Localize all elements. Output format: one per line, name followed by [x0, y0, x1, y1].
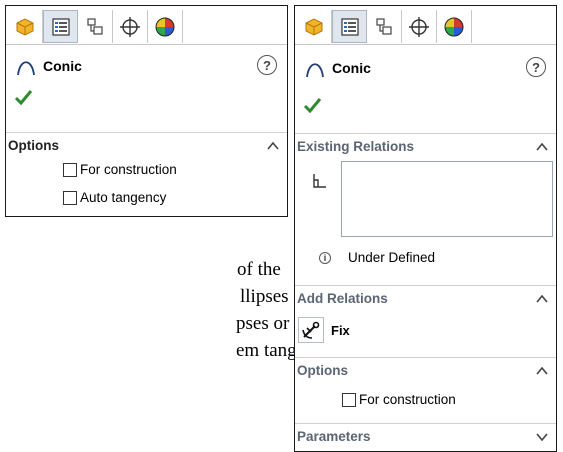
tab-dimxpert-manager[interactable]	[402, 10, 437, 43]
existing-relations-label: Existing Relations	[297, 139, 415, 154]
options-section-header[interactable]: Options	[295, 357, 556, 384]
chevron-up-icon[interactable]	[536, 294, 548, 304]
auto-tangency-checkbox[interactable]	[63, 190, 77, 205]
parameters-section-header[interactable]: Parameters	[295, 423, 556, 450]
property-manager-right: Conic ? Existing Relations i Under Defin…	[294, 5, 557, 452]
options-section-header[interactable]: Options	[6, 132, 287, 159]
property-manager-icon	[51, 17, 70, 36]
tab-feature-manager[interactable]	[8, 10, 43, 43]
existing-relations-section-header[interactable]: Existing Relations	[295, 133, 556, 160]
existing-relations-list[interactable]	[341, 161, 553, 237]
dimxpert-icon	[409, 16, 429, 37]
options-label: Options	[297, 363, 348, 378]
tab-display-manager[interactable]	[437, 10, 472, 43]
options-label: Options	[8, 138, 59, 153]
auto-tangency-option[interactable]: Auto tangency	[63, 190, 166, 205]
panel-title: Conic	[43, 58, 82, 74]
for-construction-checkbox[interactable]	[63, 162, 77, 177]
configuration-manager-icon	[87, 17, 103, 35]
conic-icon	[17, 61, 35, 76]
help-button[interactable]: ?	[257, 55, 277, 75]
checkbox-label: For construction	[359, 392, 456, 407]
fix-relation-button[interactable]	[298, 317, 324, 343]
for-construction-option[interactable]: For construction	[63, 162, 177, 177]
status-text: Under Defined	[348, 250, 436, 265]
chevron-down-icon[interactable]	[536, 432, 548, 442]
panel-header: Conic ?	[6, 52, 287, 80]
dimxpert-icon	[120, 16, 140, 37]
tab-property-manager[interactable]	[332, 10, 367, 43]
ok-checkmark-icon[interactable]	[14, 88, 34, 106]
feature-manager-icon	[305, 17, 323, 36]
status-row: i Under Defined	[319, 250, 435, 265]
add-relations-label: Add Relations	[297, 291, 388, 306]
panel-title: Conic	[332, 60, 371, 76]
text-line: of the	[237, 259, 281, 280]
checkbox-label: For construction	[80, 162, 177, 177]
tab-configuration-manager[interactable]	[367, 10, 402, 43]
info-icon: i	[319, 251, 331, 264]
chevron-up-icon[interactable]	[536, 366, 548, 376]
fix-label: Fix	[331, 323, 350, 338]
tab-feature-manager[interactable]	[297, 10, 332, 43]
anchor-fix-icon	[302, 321, 320, 339]
conic-icon	[306, 63, 324, 78]
panel-header: Conic ?	[295, 54, 556, 82]
property-manager-icon	[340, 17, 359, 36]
for-construction-option[interactable]: For construction	[342, 392, 456, 407]
configuration-manager-icon	[376, 17, 392, 35]
feature-manager-icon	[16, 17, 34, 36]
add-relations-section-header[interactable]: Add Relations	[295, 285, 556, 312]
relations-icon	[313, 174, 326, 188]
chevron-up-icon[interactable]	[536, 142, 548, 152]
help-button[interactable]: ?	[526, 57, 546, 77]
property-manager-left: Conic ? Options For construction Auto ta…	[5, 5, 288, 217]
for-construction-checkbox[interactable]	[342, 392, 356, 407]
parameters-label: Parameters	[297, 429, 371, 444]
tab-display-manager[interactable]	[148, 10, 183, 43]
tab-property-manager[interactable]	[43, 10, 78, 43]
tab-bar	[6, 6, 287, 45]
tab-dimxpert-manager[interactable]	[113, 10, 148, 43]
ok-checkmark-icon[interactable]	[303, 96, 323, 114]
tab-configuration-manager[interactable]	[78, 10, 113, 43]
display-manager-icon	[155, 17, 175, 36]
display-manager-icon	[444, 17, 464, 36]
checkbox-label: Auto tangency	[80, 190, 167, 205]
chevron-up-icon[interactable]	[267, 141, 279, 151]
tab-bar	[295, 6, 556, 45]
